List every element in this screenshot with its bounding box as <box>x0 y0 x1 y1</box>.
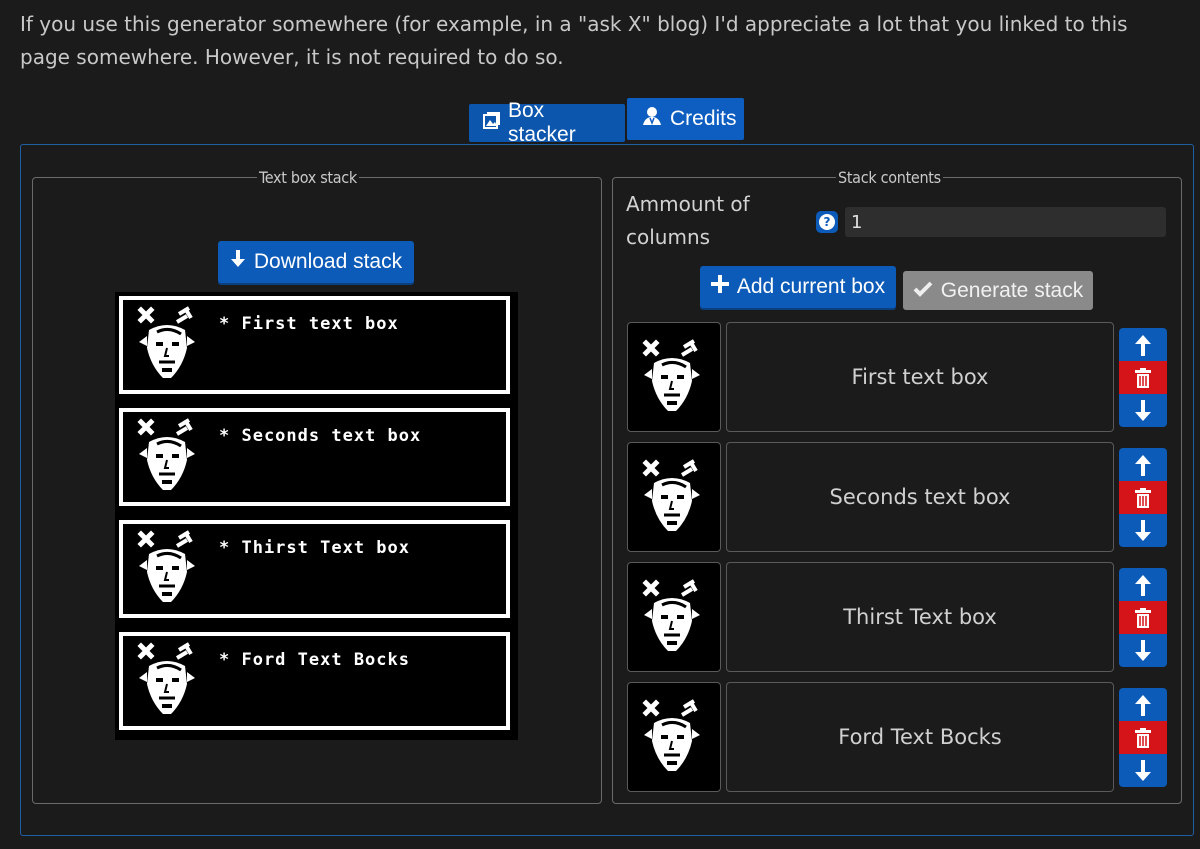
character-face-icon <box>135 418 199 494</box>
arrow-down-icon <box>1135 399 1151 421</box>
stack-box-text: * Seconds text box <box>219 426 422 446</box>
row-text-box: Ford Text Bocks <box>726 682 1114 792</box>
delete-button[interactable] <box>1119 721 1167 754</box>
arrow-down-icon <box>230 250 246 274</box>
stack-box: * Seconds text box <box>119 408 510 506</box>
move-up-button[interactable] <box>1119 328 1167 361</box>
row-thumbnail <box>627 682 721 792</box>
stack-preview-image: * First text box * Seconds text box * Th… <box>115 292 518 740</box>
character-face-icon <box>135 530 199 606</box>
character-face-icon <box>135 642 199 718</box>
images-icon <box>483 111 501 135</box>
tab-credits-label: Credits <box>670 107 737 130</box>
stack-box-text: * First text box <box>219 314 399 334</box>
check-icon <box>913 279 933 303</box>
stack-box: * Ford Text Bocks <box>119 632 510 730</box>
character-face-icon <box>640 579 704 655</box>
add-current-box-button[interactable]: Add current box <box>700 266 896 308</box>
move-down-button[interactable] <box>1119 394 1167 427</box>
stack-box: * First text box <box>119 296 510 394</box>
arrow-up-icon <box>1135 454 1151 476</box>
move-up-button[interactable] <box>1119 448 1167 481</box>
stack-box-text: * Thirst Text box <box>219 538 410 558</box>
stack-contents-legend: Stack contents <box>838 168 941 187</box>
trash-icon <box>1135 487 1151 508</box>
trash-icon <box>1135 607 1151 628</box>
arrow-up-icon <box>1135 694 1151 716</box>
character-face-icon <box>640 699 704 775</box>
move-down-button[interactable] <box>1119 634 1167 667</box>
columns-label: Ammount of columns <box>626 192 750 249</box>
arrow-down-icon <box>1135 639 1151 661</box>
plus-icon <box>710 275 729 299</box>
delete-button[interactable] <box>1119 601 1167 634</box>
columns-input[interactable] <box>845 207 1166 237</box>
row-thumbnail <box>627 562 721 672</box>
move-down-button[interactable] <box>1119 754 1167 787</box>
intro-text: If you use this generator somewhere (for… <box>20 12 1128 69</box>
arrow-down-icon <box>1135 759 1151 781</box>
help-icon[interactable]: ? <box>816 211 838 233</box>
generate-stack-label: Generate stack <box>940 278 1084 302</box>
row-text-box: Thirst Text box <box>726 562 1114 672</box>
row-text-box: First text box <box>726 322 1114 432</box>
arrow-up-icon <box>1135 574 1151 596</box>
text-box-stack-legend: Text box stack <box>259 168 357 187</box>
stack-box: * Thirst Text box <box>119 520 510 618</box>
delete-button[interactable] <box>1119 481 1167 514</box>
download-stack-button[interactable]: Download stack <box>218 241 414 283</box>
row-thumbnail <box>627 322 721 432</box>
character-face-icon <box>640 339 704 415</box>
row-text-box: Seconds text box <box>726 442 1114 552</box>
download-stack-label: Download stack <box>253 250 403 273</box>
row-thumbnail <box>627 442 721 552</box>
arrow-up-icon <box>1135 334 1151 356</box>
move-up-button[interactable] <box>1119 568 1167 601</box>
trash-icon <box>1135 367 1151 388</box>
add-current-box-label: Add current box <box>736 275 886 298</box>
character-face-icon <box>135 306 199 382</box>
arrow-down-icon <box>1135 519 1151 541</box>
tab-box-stacker-label: Box stacker <box>508 99 576 146</box>
tab-box-stacker[interactable]: Box stacker <box>469 99 625 146</box>
move-down-button[interactable] <box>1119 514 1167 547</box>
generate-stack-button[interactable]: Generate stack <box>903 271 1093 310</box>
user-icon <box>641 106 663 132</box>
trash-icon <box>1135 727 1151 748</box>
move-up-button[interactable] <box>1119 688 1167 721</box>
stack-box-text: * Ford Text Bocks <box>219 650 410 670</box>
character-face-icon <box>640 459 704 535</box>
tab-credits[interactable]: Credits <box>627 98 744 140</box>
delete-button[interactable] <box>1119 361 1167 394</box>
